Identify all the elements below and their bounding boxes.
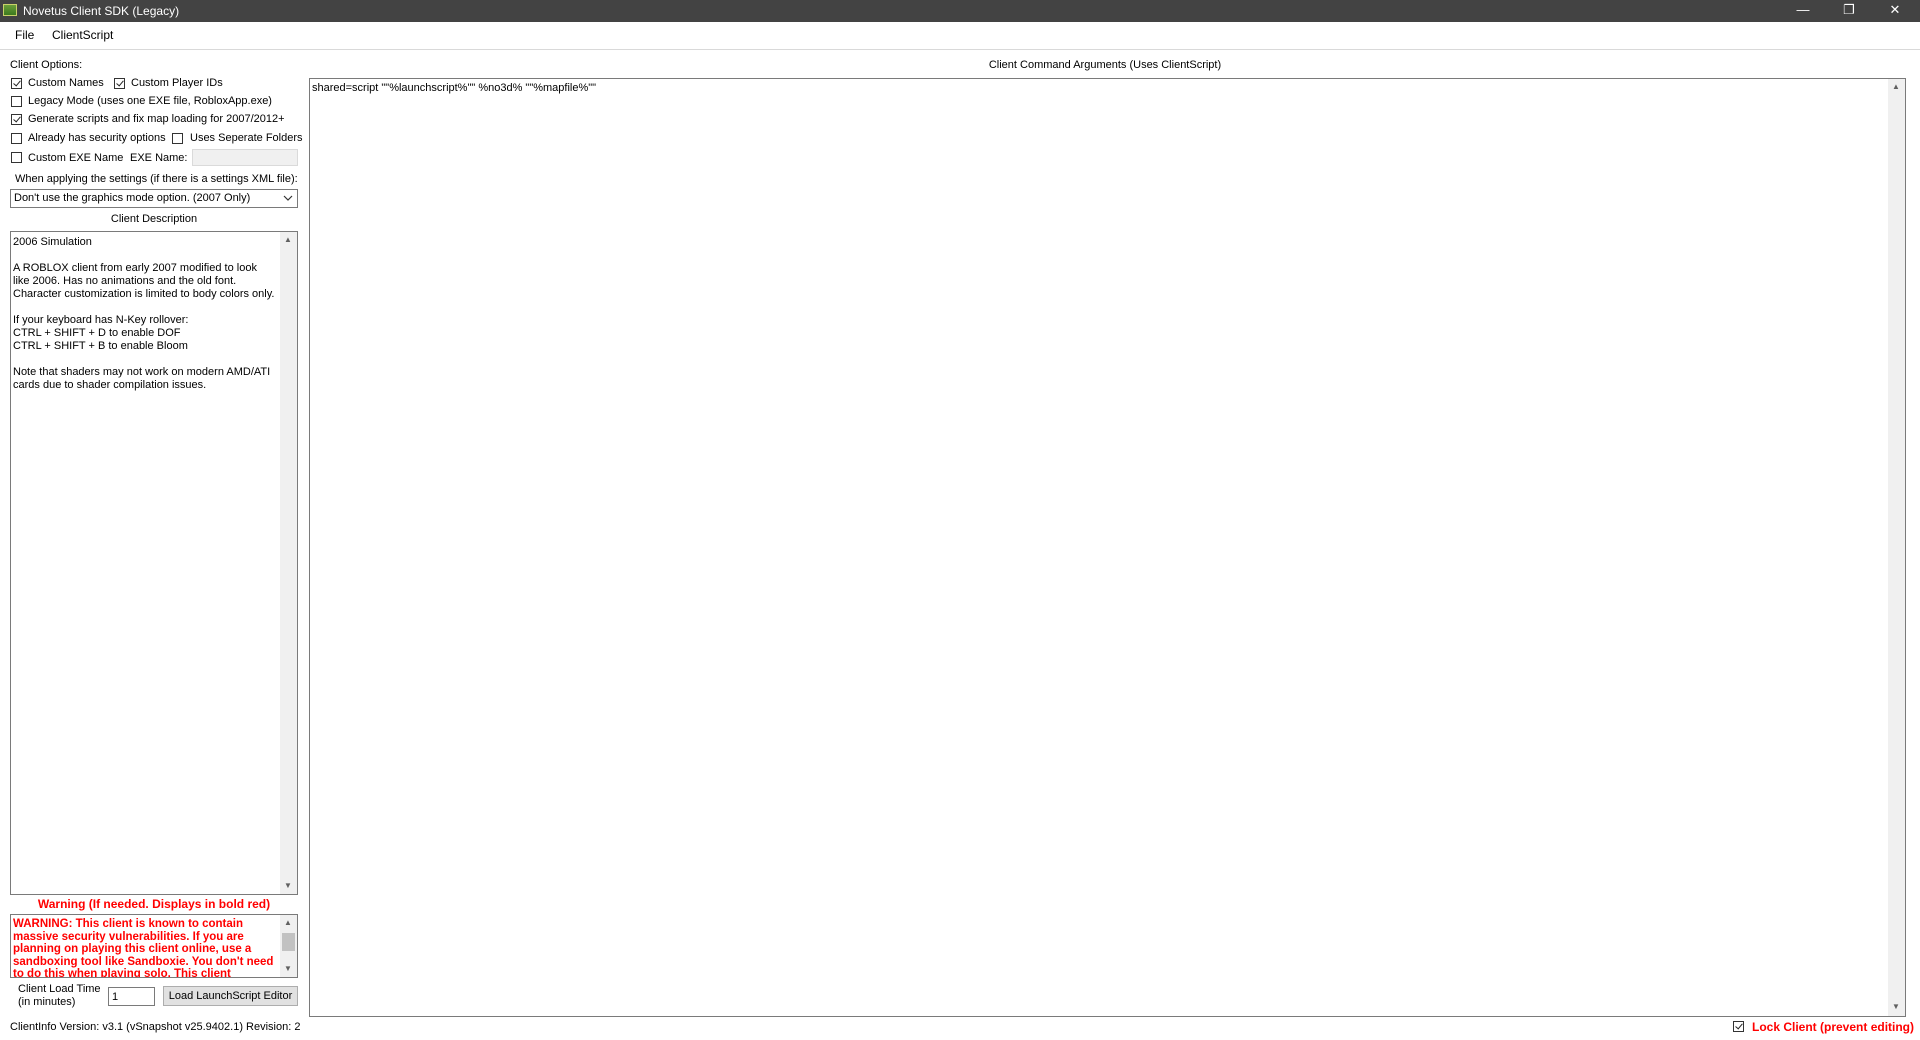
load-time-unit-label: (in minutes) (18, 996, 76, 1008)
client-description-heading: Client Description (110, 213, 198, 225)
custom-exe-name-label[interactable]: Custom EXE Name (28, 152, 123, 164)
lock-client-label[interactable]: Lock Client (prevent editing) (1752, 1020, 1914, 1034)
scroll-thumb[interactable] (282, 933, 295, 951)
command-arguments-heading: Client Command Arguments (Uses ClientScr… (988, 59, 1222, 71)
settings-label: When applying the settings (if there is … (15, 173, 298, 185)
client-description-textarea[interactable]: 2006 Simulation A ROBLOX client from ear… (10, 231, 298, 895)
scroll-down-icon[interactable]: ▼ (282, 880, 294, 892)
separate-folders-label[interactable]: Uses Seperate Folders (190, 132, 303, 144)
chevron-down-icon (283, 195, 293, 201)
scroll-up-icon[interactable]: ▲ (1890, 81, 1902, 93)
custom-names-label[interactable]: Custom Names (28, 77, 104, 89)
load-time-label: Client Load Time (18, 983, 101, 995)
generate-scripts-checkbox[interactable] (11, 114, 22, 125)
security-options-checkbox[interactable] (11, 133, 22, 144)
warning-heading: Warning (If needed. Displays in bold red… (37, 897, 271, 911)
custom-exe-name-checkbox[interactable] (11, 152, 22, 163)
scroll-up-icon[interactable]: ▲ (282, 234, 294, 246)
command-scrollbar[interactable]: ▲ ▼ (1888, 79, 1905, 1016)
description-scrollbar[interactable]: ▲ ▼ (280, 232, 297, 894)
client-options-heading: Client Options: (10, 59, 83, 71)
client-description-text: 2006 Simulation A ROBLOX client from ear… (13, 236, 275, 391)
graphics-mode-selected: Don't use the graphics mode option. (200… (14, 192, 251, 204)
custom-player-ids-checkbox[interactable] (114, 78, 125, 89)
legacy-mode-checkbox[interactable] (11, 96, 22, 107)
menu-file[interactable]: File (15, 28, 34, 42)
minimize-button[interactable]: — (1780, 0, 1826, 22)
security-options-label[interactable]: Already has security options (28, 132, 166, 144)
scroll-down-icon[interactable]: ▼ (1890, 1001, 1902, 1013)
restore-button[interactable]: ❐ (1826, 0, 1872, 22)
scroll-down-icon[interactable]: ▼ (282, 963, 294, 975)
custom-player-ids-label[interactable]: Custom Player IDs (131, 77, 223, 89)
menu-clientscript[interactable]: ClientScript (52, 28, 113, 42)
exe-name-label: EXE Name: (130, 152, 188, 164)
warning-scrollbar[interactable]: ▲ ▼ (280, 915, 297, 977)
load-launchscript-editor-button[interactable]: Load LaunchScript Editor (163, 986, 298, 1006)
title-bar: Novetus Client SDK (Legacy) — ❐ ✕ (0, 0, 1920, 22)
lock-client-checkbox[interactable] (1733, 1021, 1744, 1032)
custom-names-checkbox[interactable] (11, 78, 22, 89)
client-info-version: ClientInfo Version: v3.1 (vSnapshot v25.… (10, 1021, 301, 1033)
warning-text: WARNING: This client is known to contain… (13, 918, 277, 978)
scroll-up-icon[interactable]: ▲ (282, 917, 294, 929)
command-arguments-textarea[interactable]: shared=script ""%launchscript%"" %no3d% … (309, 78, 1906, 1017)
command-arguments-text: shared=script ""%launchscript%"" %no3d% … (312, 82, 597, 94)
app-icon (3, 4, 17, 16)
window-title: Novetus Client SDK (Legacy) (23, 4, 180, 18)
legacy-mode-label[interactable]: Legacy Mode (uses one EXE file, RobloxAp… (28, 95, 272, 107)
close-button[interactable]: ✕ (1872, 0, 1918, 22)
separate-folders-checkbox[interactable] (172, 133, 183, 144)
graphics-mode-select[interactable]: Don't use the graphics mode option. (200… (10, 189, 298, 208)
warning-textarea[interactable]: WARNING: This client is known to contain… (10, 914, 298, 978)
generate-scripts-label[interactable]: Generate scripts and fix map loading for… (28, 113, 285, 125)
load-time-input[interactable] (108, 987, 155, 1006)
exe-name-input[interactable] (192, 149, 298, 166)
menu-bar: File ClientScript (0, 22, 1920, 50)
